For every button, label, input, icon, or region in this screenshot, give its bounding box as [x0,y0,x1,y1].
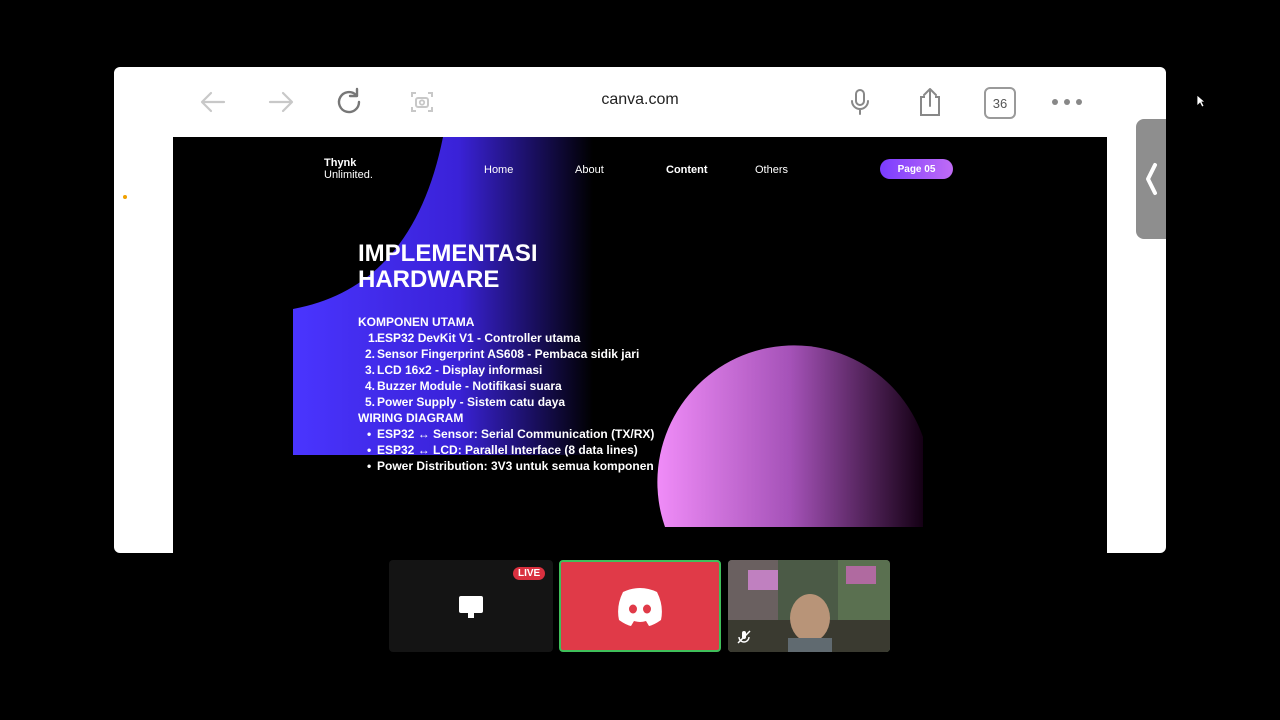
presentation-area: Thynk Unlimited. Home About Content Othe… [173,137,1107,553]
list-number: 4. [365,379,376,393]
slide-background-shapes [293,137,923,527]
brand-line2: Unlimited. [324,169,373,181]
bullet-icon: • [367,443,372,457]
nav-others: Others [755,164,789,176]
status-dot [123,195,127,199]
muted-mic-icon [737,630,751,644]
component-item: LCD 16x2 - Display informasi [377,363,543,377]
tabs-icon[interactable]: 36 [984,87,1016,119]
discord-icon [618,588,662,626]
brand-logo: Thynk Unlimited. [324,157,373,181]
component-item: ESP32 DevKit V1 - Controller utama [377,331,581,345]
browser-window: canva.com 36 Thynk Unlimited. Home About… [114,67,1166,553]
nav-home: Home [484,164,514,176]
page-badge: Page 05 [880,159,953,179]
live-badge: LIVE [513,567,546,580]
camera-feed [728,560,890,652]
microphone-icon[interactable] [843,85,877,119]
brand-line1: Thynk [324,157,357,169]
wiring-item: ESP32 ↔ Sensor: Serial Communication (TX… [377,427,655,441]
list-number: 3. [365,363,376,377]
more-icon[interactable] [1050,85,1084,119]
slide-title: IMPLEMENTASI HARDWARE [358,240,538,293]
slide: Thynk Unlimited. Home About Content Othe… [293,137,983,553]
component-item: Sensor Fingerprint AS608 - Pembaca sidik… [377,347,640,361]
bullet-icon: • [367,459,372,473]
section-wiring-heading: WIRING DIAGRAM [358,411,464,425]
list-number: 5. [365,395,376,409]
discord-tile[interactable] [559,560,721,652]
browser-toolbar: canva.com 36 [114,67,1166,137]
wiring-item: ESP32 ↔ LCD: Parallel Interface (8 data … [377,443,638,457]
component-item: Buzzer Module - Notifikasi suara [377,379,562,393]
component-item: Power Supply - Sistem catu daya [377,395,566,409]
bullet-icon: • [367,427,372,441]
side-panel-handle[interactable] [1136,119,1166,239]
list-number: 2. [365,347,376,361]
share-icon[interactable] [913,85,947,119]
nav-about: About [575,164,604,176]
section-components-heading: KOMPONEN UTAMA [358,315,475,329]
wiring-item: Power Distribution: 3V3 untuk semua komp… [377,459,654,473]
mouse-cursor-icon [1196,94,1207,113]
nav-content: Content [666,164,708,176]
camera-tile[interactable] [728,560,890,652]
